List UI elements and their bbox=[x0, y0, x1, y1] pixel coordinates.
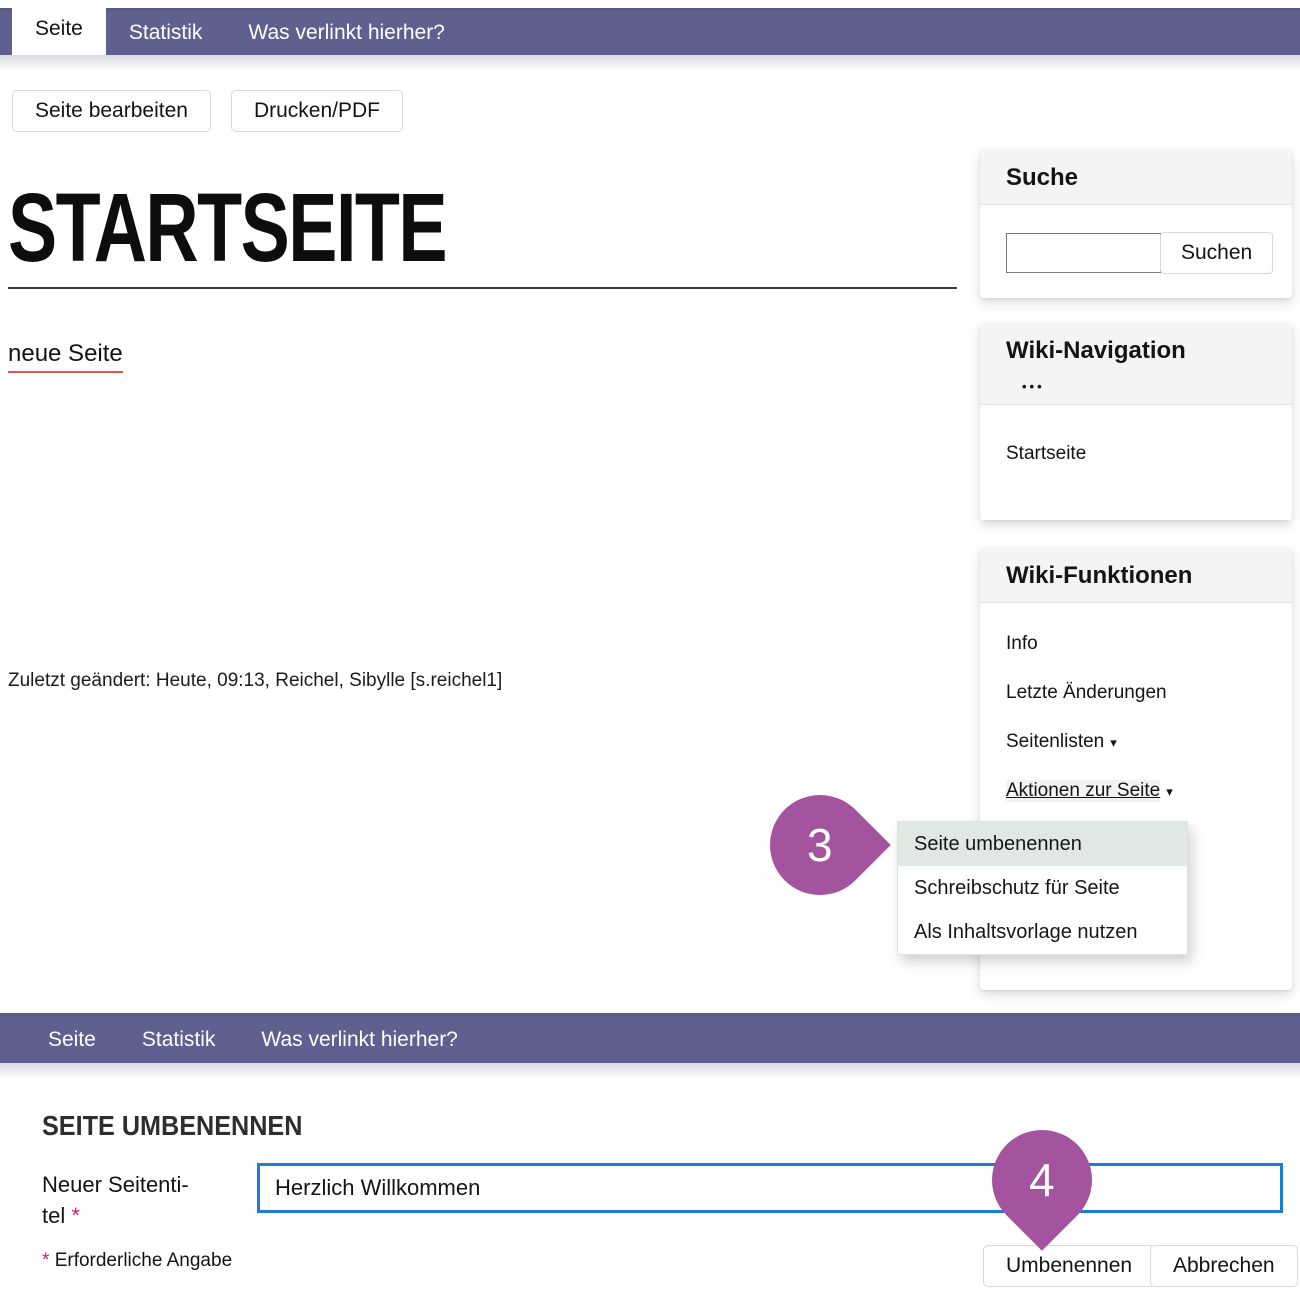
new-page-link[interactable]: neue Seite bbox=[8, 340, 123, 373]
wiki-functions-list: Info Letzte Änderungen Seitenlisten ▾ Akt… bbox=[980, 603, 1292, 802]
func-item-aktionen-label: Aktionen zur Seite bbox=[1006, 780, 1160, 802]
new-title-field-label: Neuer Seitenti- tel * bbox=[42, 1169, 189, 1231]
tab-bar-bottom: Seite Statistik Was verlinkt hierher? bbox=[0, 1013, 1300, 1063]
nav-item-startseite[interactable]: Startseite bbox=[1006, 443, 1292, 465]
tab-bar-shadow-2 bbox=[0, 1063, 1300, 1079]
wiki-screen: Seite Statistik Was verlinkt hierher? Se… bbox=[0, 0, 1300, 1300]
search-button[interactable]: Suchen bbox=[1160, 232, 1273, 274]
required-footnote: * Erforderliche Angabe bbox=[42, 1250, 232, 1272]
annotation-step-3: 3 bbox=[749, 774, 890, 915]
required-asterisk: * bbox=[71, 1203, 80, 1228]
title-divider bbox=[8, 287, 957, 289]
search-body: Suchen bbox=[980, 205, 1292, 274]
annotation-step-3-number: 3 bbox=[807, 818, 833, 872]
required-footnote-text: Erforderliche Angabe bbox=[55, 1250, 232, 1271]
chevron-down-icon: ▾ bbox=[1110, 735, 1117, 750]
func-item-seitenlisten-label: Seitenlisten bbox=[1006, 731, 1104, 752]
menu-item-inhaltsvorlage[interactable]: Als Inhaltsvorlage nutzen bbox=[898, 910, 1187, 954]
chevron-down-icon: ▾ bbox=[1166, 784, 1173, 799]
menu-item-schreibschutz[interactable]: Schreibschutz für Seite bbox=[898, 866, 1187, 910]
page-actions-menu: Seite umbenennen Schreibschutz für Seite… bbox=[897, 821, 1188, 955]
func-item-seitenlisten[interactable]: Seitenlisten ▾ bbox=[1006, 731, 1292, 753]
wiki-functions-title: Wiki-Funktionen bbox=[1006, 562, 1266, 590]
edit-page-button[interactable]: Seite bearbeiten bbox=[12, 90, 211, 132]
last-modified-text: Zuletzt geändert: Heute, 09:13, Reichel,… bbox=[8, 670, 502, 692]
print-pdf-button[interactable]: Drucken/PDF bbox=[231, 90, 403, 132]
page-toolbar: Seite bearbeiten Drucken/PDF bbox=[12, 90, 403, 132]
rename-submit-button[interactable]: Umbenennen bbox=[983, 1245, 1155, 1287]
func-item-letzte-aenderungen[interactable]: Letzte Änderungen bbox=[1006, 682, 1292, 704]
rename-section-heading: SEITE UMBENENNEN bbox=[42, 1110, 302, 1142]
required-asterisk: * bbox=[42, 1250, 49, 1271]
annotation-step-4: 4 bbox=[971, 1109, 1112, 1250]
tab-was-verlinkt-hierher[interactable]: Was verlinkt hierher? bbox=[225, 11, 467, 55]
search-panel-header: Suche bbox=[980, 150, 1292, 205]
tab-seite-2[interactable]: Seite bbox=[25, 1016, 119, 1063]
menu-item-seite-umbenennen[interactable]: Seite umbenennen bbox=[898, 822, 1187, 866]
rename-cancel-button[interactable]: Abbrechen bbox=[1150, 1245, 1298, 1287]
new-page-title-input[interactable] bbox=[257, 1163, 1283, 1213]
tab-statistik[interactable]: Statistik bbox=[106, 11, 226, 55]
search-panel: Suche Suchen bbox=[980, 150, 1292, 298]
page-title: STARTSEITE bbox=[8, 170, 446, 286]
tab-was-verlinkt-hierher-2[interactable]: Was verlinkt hierher? bbox=[238, 1016, 480, 1063]
wiki-navigation-header: Wiki-Navigation ••• bbox=[980, 323, 1292, 405]
tab-seite[interactable]: Seite bbox=[12, 1, 106, 57]
search-panel-title: Suche bbox=[1006, 164, 1266, 192]
tab-statistik-2[interactable]: Statistik bbox=[119, 1016, 239, 1063]
tab-bar-top: Seite Statistik Was verlinkt hierher? bbox=[0, 8, 1300, 55]
wiki-functions-header: Wiki-Funktionen bbox=[980, 548, 1292, 603]
field-label-line2: tel bbox=[42, 1203, 65, 1228]
search-input[interactable] bbox=[1006, 233, 1161, 273]
wiki-navigation-title: Wiki-Navigation bbox=[1006, 337, 1266, 365]
wiki-navigation-panel: Wiki-Navigation ••• Startseite bbox=[980, 323, 1292, 520]
tab-bar-shadow bbox=[0, 55, 1300, 71]
annotation-step-4-number: 4 bbox=[1029, 1153, 1055, 1207]
func-item-info[interactable]: Info bbox=[1006, 633, 1292, 655]
ellipsis-menu-icon[interactable]: ••• bbox=[1022, 379, 1266, 394]
func-item-aktionen-zur-seite[interactable]: Aktionen zur Seite ▾ bbox=[1006, 780, 1292, 802]
field-label-line1: Neuer Seitenti- bbox=[42, 1172, 189, 1197]
